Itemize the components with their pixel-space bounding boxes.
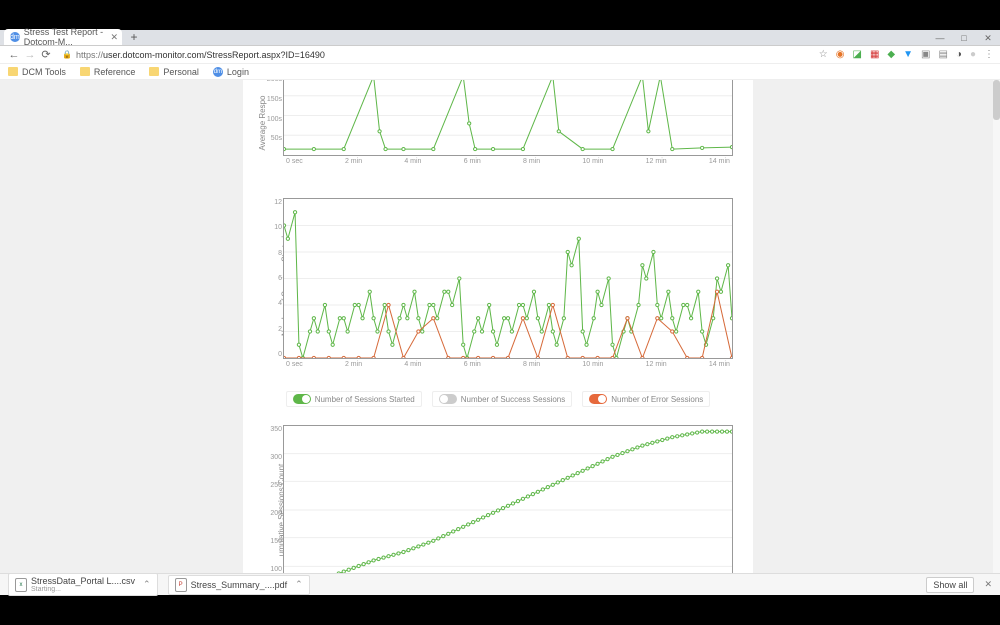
address-bar[interactable]: 🔒 https://user.dotcom-monitor.com/Stress… [62,50,811,60]
browser-tab[interactable]: dm Stress Test Report - Dotcom-M... ✕ [4,29,122,45]
extension-icon[interactable]: ◪ [852,49,861,60]
bookmark-reference[interactable]: Reference [80,67,136,77]
chart2-yticks: 121086420 [266,199,282,358]
chart-average-response: 200s150s100s50s 0 sec2 min4 min6 min8 mi… [283,80,733,156]
download-item[interactable]: P Stress_Summary_....pdf ⌃ [168,575,310,595]
extension-icon[interactable]: ◆ [887,49,895,60]
extension-icon[interactable]: ▼ [903,49,913,60]
back-button[interactable]: ← [6,49,22,61]
download-item[interactable]: x StressData_Portal L....csv Starting...… [8,573,158,596]
close-downloads-bar-button[interactable]: ✕ [984,579,992,590]
browser-tab-strip: dm Stress Test Report - Dotcom-M... ✕ + … [0,30,1000,46]
close-window-button[interactable]: ✕ [976,30,1000,46]
extension-icons: ☆ ◉ ◪ ▦ ◆ ▼ ▣ ▤ ◑ ● ⋮ [819,49,994,60]
chart-legend: Number of Sessions Started Number of Suc… [243,391,753,407]
legend-error-sessions[interactable]: Number of Error Sessions [582,391,710,407]
forward-button[interactable]: → [22,49,38,61]
downloads-bar: x StressData_Portal L....csv Starting...… [0,573,1000,595]
bookmark-dcm-tools[interactable]: DCM Tools [8,67,66,77]
chart-cumulative-sessions: 350300250200150100 [283,425,733,573]
file-pdf-icon: P [175,578,187,592]
site-icon: dm [213,67,223,77]
download-filename: StressData_Portal L....csv [31,576,135,586]
download-filename: Stress_Summary_....pdf [191,580,288,590]
page-viewport: Average Respo 200s150s100s50s 0 sec2 min… [0,80,1000,573]
folder-icon [149,67,159,76]
chart-sessions-started: 121086420 0 sec2 min4 min6 min8 min10 mi… [283,198,733,359]
toggle-on-icon [589,394,607,404]
bookmark-login[interactable]: dmLogin [213,67,249,77]
bookmark-personal[interactable]: Personal [149,67,199,77]
legend-success-sessions[interactable]: Number of Success Sessions [432,391,573,407]
download-status: Starting... [31,586,135,593]
report-content: Average Respo 200s150s100s50s 0 sec2 min… [243,80,753,573]
url-text: user.dotcom-monitor.com/StressReport.asp… [103,50,325,60]
minimize-button[interactable]: — [928,30,952,46]
profile-icon[interactable]: ● [970,49,976,60]
show-all-downloads-button[interactable]: Show all [926,577,974,593]
extension-icon[interactable]: ◉ [836,49,845,60]
bookmarks-bar: DCM Tools Reference Personal dmLogin [0,64,1000,80]
chart1-yticks: 200s150s100s50s [266,80,282,155]
tab-favicon: dm [10,32,20,42]
extension-icon[interactable]: ▤ [938,49,947,60]
tab-title: Stress Test Report - Dotcom-M... [24,27,116,47]
extension-icon[interactable]: ▣ [921,49,930,60]
new-tab-button[interactable]: + [126,29,142,45]
url-bar: ← → ⟳ 🔒 https://user.dotcom-monitor.com/… [0,46,1000,64]
extension-icon[interactable]: ◑ [956,49,962,60]
folder-icon [8,67,18,76]
secure-lock-icon: 🔒 [62,50,72,59]
maximize-button[interactable]: □ [952,30,976,46]
menu-icon[interactable]: ⋮ [984,49,994,60]
chart2-xticks: 0 sec2 min4 min6 min8 min10 min12 min14 … [284,361,732,368]
file-excel-icon: x [15,578,27,592]
chevron-up-icon[interactable]: ⌃ [139,579,151,590]
toggle-off-icon [439,394,457,404]
toggle-on-icon [293,394,311,404]
window-controls: — □ ✕ [928,30,1000,46]
tab-close-icon[interactable]: ✕ [110,32,118,43]
vertical-scrollbar[interactable] [993,80,1000,573]
chevron-up-icon[interactable]: ⌃ [291,579,303,590]
url-prefix: https:// [76,50,103,60]
chart1-xticks: 0 sec2 min4 min6 min8 min10 min12 min14 … [284,158,732,165]
folder-icon [80,67,90,76]
extension-icon[interactable]: ▦ [870,49,879,60]
reload-button[interactable]: ⟳ [38,48,54,61]
chart3-yticks: 350300250200150100 [266,426,282,573]
star-icon[interactable]: ☆ [819,49,828,60]
legend-sessions-started[interactable]: Number of Sessions Started [286,391,422,407]
